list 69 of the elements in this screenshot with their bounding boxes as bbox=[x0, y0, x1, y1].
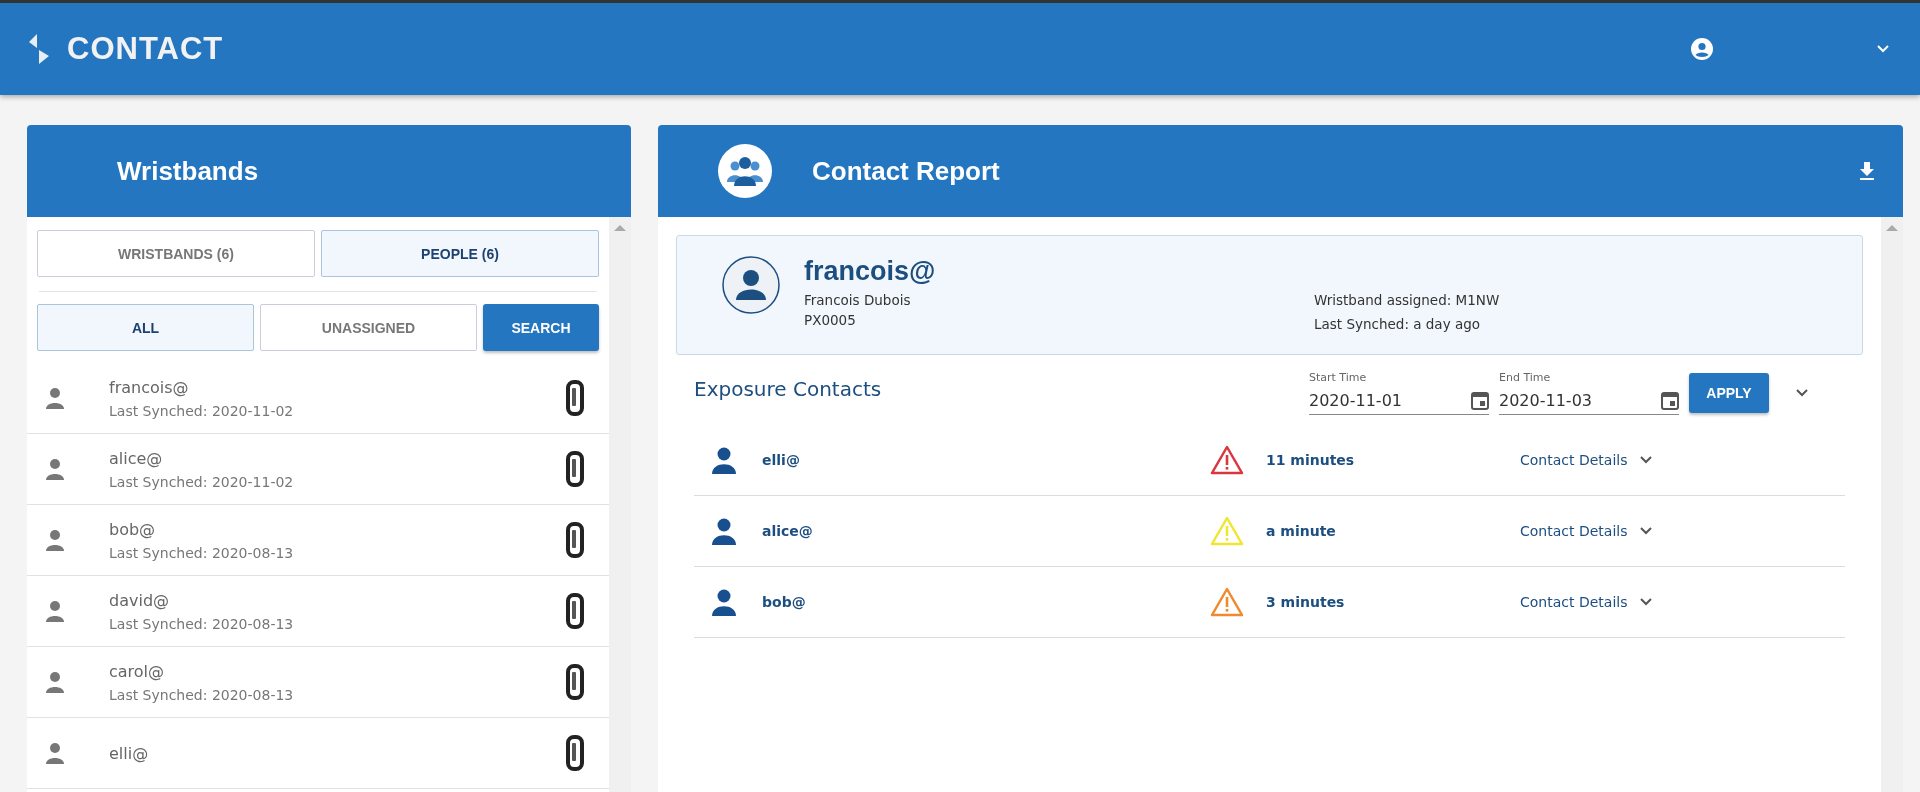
last-synched-text: Last Synched: 2020-08-13 bbox=[109, 686, 295, 703]
wristband-icon bbox=[565, 380, 585, 416]
last-synched-text: Last Synched: 2020-08-13 bbox=[109, 615, 295, 632]
contact-duration: 3 minutes bbox=[1266, 594, 1345, 610]
calendar-icon[interactable] bbox=[1661, 390, 1679, 410]
person-icon bbox=[45, 529, 65, 551]
person-icon bbox=[45, 671, 65, 693]
person-icon bbox=[710, 517, 738, 545]
contact-name: bob@ bbox=[762, 594, 806, 610]
section-title: Exposure Contacts bbox=[694, 377, 882, 403]
panel-title: Wristbands bbox=[116, 155, 259, 187]
person-name: bob@ bbox=[109, 519, 157, 539]
avatar-icon bbox=[722, 256, 780, 314]
person-name: elli@ bbox=[109, 743, 150, 763]
chevron-down-icon[interactable] bbox=[1639, 526, 1654, 536]
filter-button[interactable]: UNASSIGNED bbox=[260, 304, 477, 351]
logo-icon bbox=[27, 34, 51, 64]
contact-details-link[interactable]: Contact Details bbox=[1520, 594, 1628, 610]
person-list-item[interactable]: carol@ Last Synched: 2020-08-13 bbox=[27, 647, 609, 718]
person-list-item[interactable]: bob@ Last Synched: 2020-08-13 bbox=[27, 505, 609, 576]
panel-title: Contact Report bbox=[812, 155, 1000, 187]
tab[interactable]: WRISTBANDS (6) bbox=[37, 230, 315, 277]
contact-name: elli@ bbox=[762, 452, 800, 468]
tab[interactable]: PEOPLE (6) bbox=[321, 230, 599, 277]
person-name: francois@ bbox=[109, 377, 190, 397]
account-icon[interactable] bbox=[1690, 37, 1714, 61]
person-list-item[interactable]: alice@ Last Synched: 2020-11-02 bbox=[27, 434, 609, 505]
download-icon[interactable] bbox=[1859, 162, 1875, 180]
wristband-icon bbox=[565, 664, 585, 700]
contact-duration: 11 minutes bbox=[1266, 452, 1355, 468]
chevron-down-icon[interactable] bbox=[1795, 388, 1809, 398]
person-list-item[interactable]: francois@ Last Synched: 2020-11-02 bbox=[27, 363, 609, 434]
person-icon bbox=[45, 387, 65, 409]
wristband-icon bbox=[565, 735, 585, 771]
search-button[interactable]: SEARCH bbox=[483, 304, 599, 351]
person-name: carol@ bbox=[109, 661, 166, 681]
person-icon bbox=[45, 458, 65, 480]
full-name: Francois Dubois bbox=[804, 292, 912, 308]
contact-details-link[interactable]: Contact Details bbox=[1520, 452, 1628, 468]
chevron-down-icon[interactable] bbox=[1639, 455, 1654, 465]
person-name: alice@ bbox=[109, 448, 164, 468]
contact-duration: a minute bbox=[1266, 523, 1336, 539]
person-name: david@ bbox=[109, 590, 171, 610]
last-synched-text: Last Synched: 2020-08-13 bbox=[109, 544, 295, 561]
chevron-down-icon[interactable] bbox=[1639, 597, 1654, 607]
start-time-field[interactable]: Start Time 2020-11-01 bbox=[1309, 371, 1489, 415]
wristband-icon bbox=[565, 522, 585, 558]
contact-details-link[interactable]: Contact Details bbox=[1520, 523, 1628, 539]
person-id: PX0005 bbox=[804, 312, 857, 328]
wristband-icon bbox=[565, 593, 585, 629]
person-icon bbox=[710, 446, 738, 474]
wristband-icon bbox=[565, 451, 585, 487]
group-icon bbox=[718, 144, 772, 198]
person-icon bbox=[45, 742, 65, 764]
end-time-field[interactable]: End Time 2020-11-03 bbox=[1499, 371, 1679, 415]
wristband-assigned-text: Wristband assigned: M1NW bbox=[1314, 292, 1500, 308]
filter-button[interactable]: ALL bbox=[37, 304, 254, 351]
contact-name: alice@ bbox=[762, 523, 813, 539]
person-list-item[interactable]: david@ Last Synched: 2020-08-13 bbox=[27, 576, 609, 647]
calendar-icon[interactable] bbox=[1471, 390, 1489, 410]
apply-button[interactable]: APPLY bbox=[1689, 373, 1769, 413]
person-icon bbox=[45, 600, 65, 622]
last-synched-text: Last Synched: a day ago bbox=[1314, 316, 1481, 332]
last-synched-text: Last Synched: 2020-11-02 bbox=[109, 402, 295, 419]
last-synched-text: Last Synched: 2020-11-02 bbox=[109, 473, 295, 490]
person-list-item[interactable]: elli@ bbox=[27, 718, 609, 789]
app-title: CONTACT bbox=[67, 31, 224, 67]
person-icon bbox=[710, 588, 738, 616]
username-heading: francois@ bbox=[804, 256, 937, 287]
